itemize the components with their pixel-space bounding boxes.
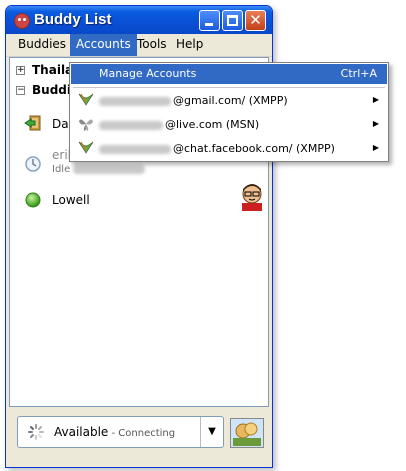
menu-accounts[interactable]: Accounts [70, 34, 137, 56]
menu-help[interactable]: Help [170, 34, 209, 56]
redacted-text [99, 120, 163, 130]
menu-item-label: @gmail.com/ (XMPP) [99, 94, 288, 107]
maximize-button[interactable] [222, 10, 243, 31]
clock-idle-icon [25, 156, 41, 172]
account-suffix: @chat.facebook.com/ (XMPP) [173, 142, 335, 155]
account-item-gmail[interactable]: @gmail.com/ (XMPP) ▶ [71, 91, 387, 111]
submenu-arrow-icon: ▶ [372, 119, 379, 128]
menu-buddies[interactable]: Buddies [12, 34, 72, 56]
status-label: Available - Connecting [54, 425, 175, 439]
shortcut-label: Ctrl+A [340, 67, 377, 80]
xmpp-icon [78, 93, 94, 106]
account-item-live[interactable]: @live.com (MSN) ▶ [71, 115, 387, 135]
buddy-name: Lowell [52, 193, 90, 207]
collapse-icon[interactable]: − [16, 86, 25, 95]
close-icon: ✕ [249, 11, 262, 29]
manage-accounts-item[interactable]: Manage Accounts Ctrl+A [71, 64, 387, 84]
redacted-text [99, 96, 171, 106]
submenu-arrow-icon: ▶ [372, 143, 379, 152]
menu-separator [73, 87, 385, 88]
accounts-dropdown-menu: Manage Accounts Ctrl+A @gmail.com/ (XMPP… [69, 62, 389, 162]
chevron-down-icon: ▼ [208, 426, 216, 437]
account-item-facebook[interactable]: @chat.facebook.com/ (XMPP) ▶ [71, 139, 387, 159]
xmpp-icon [78, 141, 94, 154]
redacted-text [99, 144, 171, 154]
minimize-button[interactable] [199, 10, 220, 31]
idle-label: Idle [52, 164, 71, 175]
buddy-avatar [242, 184, 262, 211]
maximize-icon [227, 15, 238, 26]
msn-butterfly-icon [79, 119, 93, 131]
green-available-icon [25, 192, 41, 208]
title-bar[interactable]: Buddy List ✕ [6, 6, 272, 34]
spinner-icon [28, 424, 44, 440]
expand-icon[interactable]: + [16, 66, 25, 75]
submenu-arrow-icon: ▶ [372, 95, 379, 104]
status-area: Available - Connecting ▼ [6, 408, 272, 467]
close-button[interactable]: ✕ [245, 10, 266, 31]
menu-item-label: @live.com (MSN) [99, 118, 259, 131]
redacted-text [73, 164, 146, 174]
pidgin-logo-icon [14, 13, 30, 29]
menu-item-label: Manage Accounts [99, 67, 197, 80]
minimize-icon [205, 23, 213, 26]
window-title: Buddy List [34, 11, 112, 28]
status-text: Available [54, 425, 109, 439]
status-selector[interactable]: Available - Connecting ▼ [17, 416, 224, 448]
door-away-icon [24, 115, 41, 131]
buddy-icon-button[interactable] [230, 418, 264, 448]
buddy-row-lowell[interactable]: Lowell [10, 184, 268, 214]
buddy-idle-status: Idle [52, 164, 147, 175]
account-suffix: @live.com (MSN) [165, 118, 260, 131]
user-photo-icon [233, 422, 261, 446]
status-dropdown-arrow[interactable]: ▼ [200, 417, 223, 447]
account-suffix: @gmail.com/ (XMPP) [173, 94, 288, 107]
menu-tools[interactable]: Tools [131, 34, 173, 56]
menu-bar: Buddies Accounts Tools Help [6, 34, 272, 57]
menu-item-label: @chat.facebook.com/ (XMPP) [99, 142, 335, 155]
connecting-text: - Connecting [108, 428, 176, 439]
